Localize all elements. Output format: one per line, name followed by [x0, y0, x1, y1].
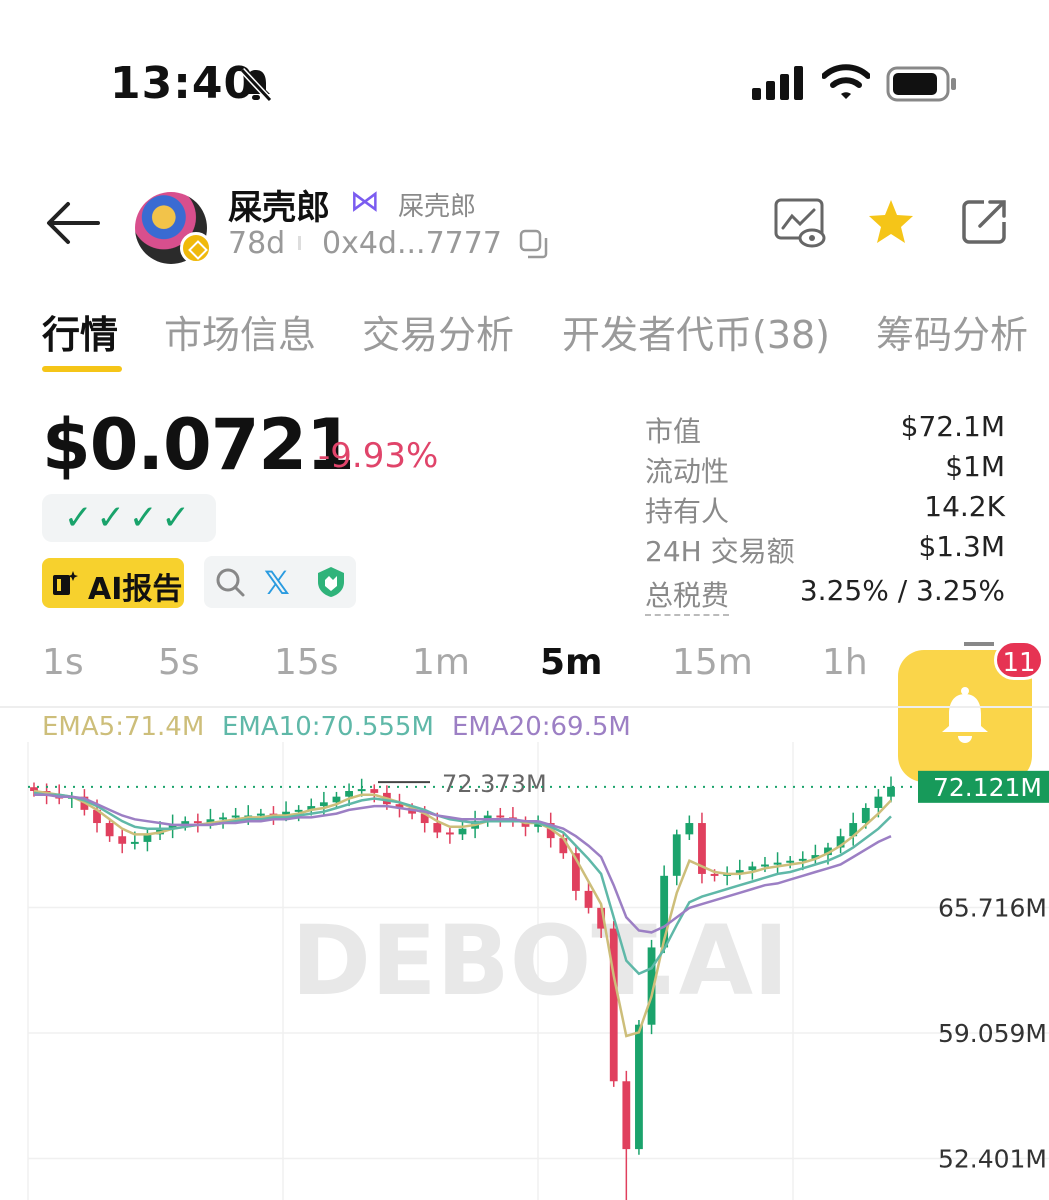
ema5-label: EMA5:71.4M [42, 712, 205, 742]
tab-dev-tokens[interactable]: 开发者代币(38) [562, 304, 830, 359]
token-price: $0.0721 [42, 404, 355, 486]
back-arrow-icon[interactable] [44, 200, 102, 246]
ai-report-label: AI报告 [88, 572, 183, 607]
tab-chip-analysis[interactable]: 筹码分析 [876, 304, 1028, 359]
status-time: 13:40 [110, 58, 256, 109]
candle-body [219, 817, 227, 820]
stat-label-mcap: 市值 [645, 415, 702, 448]
candle-body [748, 866, 757, 871]
candle-body [773, 862, 782, 865]
stat-value-mcap: $72.1M [900, 410, 1005, 443]
candle-body [622, 1081, 631, 1150]
tab-market[interactable]: 行情 [42, 304, 118, 359]
stat-label-volume: 24H 交易额 [645, 535, 795, 568]
y-axis-tick-label: 65.716M [938, 894, 1047, 923]
candle-body [710, 873, 719, 876]
wifi-icon [822, 64, 870, 99]
watch-chart-icon[interactable] [774, 198, 826, 248]
candle-body [672, 834, 681, 876]
candle-body [231, 815, 240, 818]
candlestick-chart[interactable]: DEBOT.AI 72.373M 72.121M 65.716M 59.059M 52.4… [0, 742, 1049, 1200]
candle-body [685, 823, 694, 835]
interval-1m[interactable]: 1m [412, 642, 470, 683]
contract-address[interactable]: 0x4d...7777 [322, 226, 502, 261]
candle-body [635, 1024, 643, 1150]
tab-market-info[interactable]: 市场信息 [164, 304, 316, 359]
candle-body [105, 823, 114, 837]
candle-body [445, 832, 454, 835]
candle-body [332, 796, 341, 803]
high-price-label: 72.373M [442, 770, 547, 798]
stat-label-tax[interactable]: 总税费 [645, 574, 730, 616]
candle-body [433, 823, 442, 833]
interval-15m[interactable]: 15m [672, 642, 753, 683]
divider [298, 236, 301, 250]
interval-5s[interactable]: 5s [158, 642, 200, 683]
search-icon[interactable] [214, 566, 246, 598]
interval-5m[interactable]: 5m [540, 642, 603, 683]
token-name: 屎壳郎 [228, 188, 330, 228]
candle-body [584, 890, 593, 908]
y-axis-tick-label: 52.401M [938, 1145, 1047, 1174]
candle-body [370, 789, 379, 793]
candle-body [345, 791, 353, 797]
shield-icon[interactable] [316, 566, 346, 598]
candle-body [118, 836, 127, 844]
star-icon[interactable] [866, 198, 916, 246]
candle-body [256, 813, 265, 816]
stat-label-liquidity: 流动性 [645, 455, 730, 488]
candle-body [609, 928, 618, 1082]
candle-body [496, 815, 505, 818]
share-icon[interactable] [960, 198, 1008, 246]
candle-body [887, 786, 895, 797]
ai-report-icon [53, 571, 78, 595]
stat-value-liquidity: $1M [945, 450, 1005, 483]
signal-icon [752, 66, 803, 100]
candle-body [761, 864, 769, 867]
ema10-label: EMA10:70.555M [222, 712, 434, 742]
ema20-label: EMA20:69.5M [452, 712, 631, 742]
token-age: 78d [228, 226, 286, 261]
y-axis-tick-label: 59.059M [938, 1019, 1047, 1048]
stat-label-holders: 持有人 [645, 495, 730, 528]
candle-body [874, 796, 883, 808]
candle-body [319, 802, 328, 807]
tab-underline [42, 366, 122, 372]
bell-icon [942, 687, 988, 743]
interval-15s[interactable]: 15s [274, 642, 339, 683]
candle-body [357, 789, 366, 792]
alert-count-badge: 11 [994, 640, 1044, 680]
price-change: -9.93% [318, 436, 439, 476]
chain-bnb-icon [180, 232, 212, 264]
stat-value-volume: $1.3M [918, 530, 1005, 563]
stat-value-tax: 3.25% / 3.25% [799, 574, 1005, 607]
interval-1s[interactable]: 1s [42, 642, 84, 683]
interval-1h[interactable]: 1h [822, 642, 868, 683]
chart-divider [0, 706, 1049, 708]
butterfly-icon: ⋈ [350, 184, 380, 219]
more-intervals-icon[interactable] [964, 642, 994, 646]
security-checks[interactable]: ✓✓✓✓ [42, 494, 216, 542]
candle-body [786, 860, 795, 863]
x-icon[interactable]: 𝕏 [264, 564, 290, 602]
token-alias: 屎壳郎 [398, 192, 477, 222]
candle-body [130, 841, 139, 844]
battery-icon [886, 66, 956, 102]
tab-trade-analysis[interactable]: 交易分析 [362, 304, 514, 359]
bell-slash-icon [239, 67, 273, 103]
candle-body [458, 828, 467, 835]
chart-watermark: DEBOT.AI [291, 905, 788, 1017]
stat-value-holders: 14.2K [924, 490, 1005, 523]
current-price-label: 72.121M [933, 773, 1042, 802]
copy-icon[interactable] [518, 228, 550, 260]
candle-body [193, 821, 202, 824]
